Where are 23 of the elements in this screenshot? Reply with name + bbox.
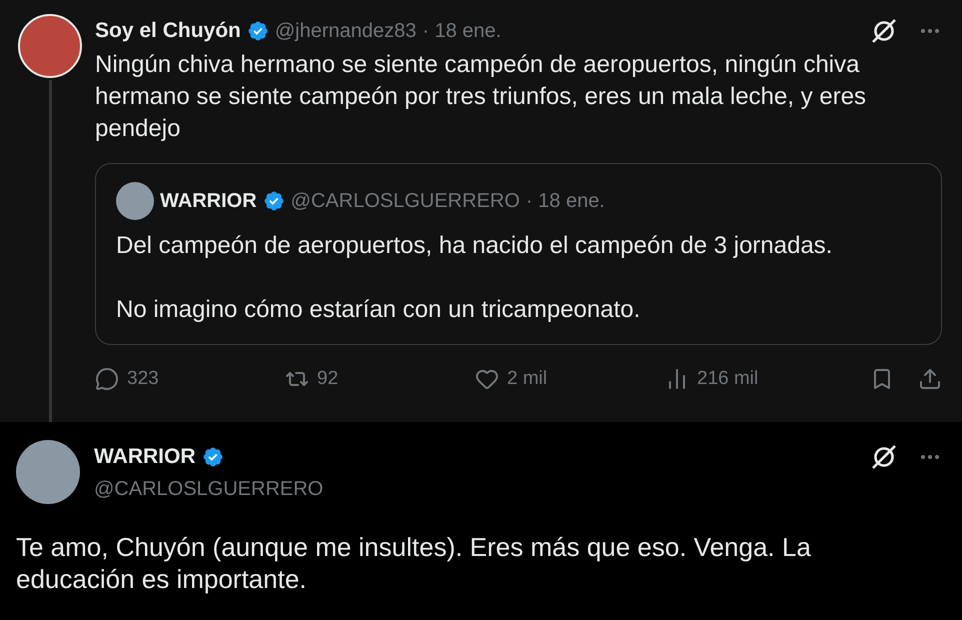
tweet-date[interactable]: · 18 ene.: [422, 16, 502, 46]
retweet-button[interactable]: 92: [285, 365, 475, 394]
like-button[interactable]: 2 mil: [475, 365, 665, 394]
slashed-circle-icon[interactable]: [870, 17, 898, 45]
author-name[interactable]: WARRIOR: [94, 441, 196, 473]
reply-button[interactable]: 323: [95, 365, 285, 394]
quote-text: No imagino cómo estarían con un tricampeonato.: [116, 295, 642, 325]
reply-icon: [95, 367, 119, 392]
quote-text: Del campeón de aeropuertos, ha nacido el campeón de 3 jornadas.: [116, 231, 834, 261]
avatar: [116, 182, 154, 220]
quote-author-name: WARRIOR: [160, 189, 257, 214]
tweet-text: Ningún chiva hermano se siente campeón de aeropuertos, ningún chiva hermano se siente campeón por tres triunfos, eres un mala leche, y eres pendejo: [95, 50, 868, 144]
tweet-text: Te amo, Chuyón (aunque me insultes). Eres más que eso. Venga. La educación es importante.: [16, 531, 812, 595]
author-handle[interactable]: @CARLOSLGUERRERO: [94, 478, 324, 500]
quoted-tweet[interactable]: WARRIOR @CARLOSLGUERRERO · 18 ene. Del campeón de aeropuertos, ha nacido el campeón de 3 jornadas. No imagino cómo estarían con un tricampeonato.: [95, 163, 942, 345]
author-name[interactable]: Soy el Chuyón: [95, 15, 241, 47]
author-handle[interactable]: @jhernandez83: [274, 16, 416, 46]
quote-date: · 18 ene.: [526, 189, 605, 214]
slashed-circle-icon[interactable]: [870, 443, 898, 471]
quote-author-handle: @CARLOSLGUERRERO: [290, 189, 520, 214]
views-button[interactable]: 216 mil: [665, 365, 845, 394]
share-icon[interactable]: [918, 367, 942, 392]
like-icon: [475, 367, 499, 392]
